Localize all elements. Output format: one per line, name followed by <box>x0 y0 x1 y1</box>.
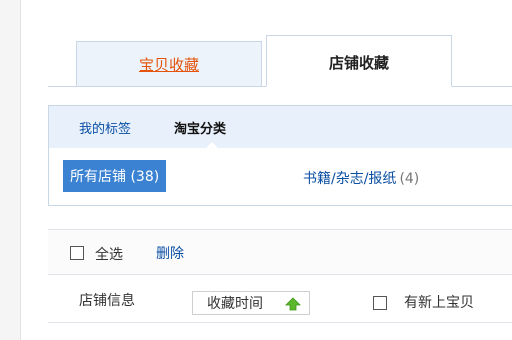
sort-by-fav-time-button[interactable]: 收藏时间 <box>192 291 310 315</box>
tab-favorite-shops-label: 店铺收藏 <box>328 53 389 72</box>
shop-info-header: 店铺信息 <box>79 293 135 309</box>
favorites-panel: 宝贝收藏 店铺收藏 我的标签 淘宝分类 所有店铺 (38) 书籍/杂志/报纸 (4… <box>20 0 512 340</box>
select-all-label[interactable]: 全选 <box>95 244 123 264</box>
tab-favorite-shops[interactable]: 店铺收藏 <box>266 35 452 87</box>
category-books-count: (4) <box>399 171 420 187</box>
category-all-shops-label: 所有店铺 (38) <box>70 169 160 185</box>
list-header: 店铺信息 收藏时间 有新上宝贝 <box>48 275 512 323</box>
has-new-items-checkbox[interactable] <box>373 296 387 310</box>
batch-action-bar: 全选 删除 <box>48 229 512 275</box>
category-filter: 我的标签 淘宝分类 所有店铺 (38) 书籍/杂志/报纸 (4) <box>48 105 512 206</box>
category-books-label[interactable]: 书籍/杂志/报纸 <box>303 171 396 187</box>
category-books-magazines[interactable]: 书籍/杂志/报纸 (4) <box>303 168 419 188</box>
tab-favorite-items[interactable]: 宝贝收藏 <box>76 41 262 86</box>
select-all-checkbox[interactable] <box>70 246 84 260</box>
delete-button[interactable]: 删除 <box>156 243 184 263</box>
has-new-items-label[interactable]: 有新上宝贝 <box>404 292 474 312</box>
filter-tab-my-tags[interactable]: 我的标签 <box>79 118 131 137</box>
filter-tabs: 我的标签 淘宝分类 <box>49 106 512 148</box>
favorites-tab-strip: 宝贝收藏 店铺收藏 <box>48 0 512 87</box>
sort-up-arrow-icon <box>285 297 301 311</box>
tab-favorite-items-label[interactable]: 宝贝收藏 <box>139 54 199 75</box>
category-all-shops[interactable]: 所有店铺 (38) <box>63 160 167 192</box>
sort-by-fav-time-label: 收藏时间 <box>207 296 263 312</box>
active-filter-caret-icon <box>206 142 218 148</box>
filter-tab-taobao-category[interactable]: 淘宝分类 <box>174 118 226 137</box>
